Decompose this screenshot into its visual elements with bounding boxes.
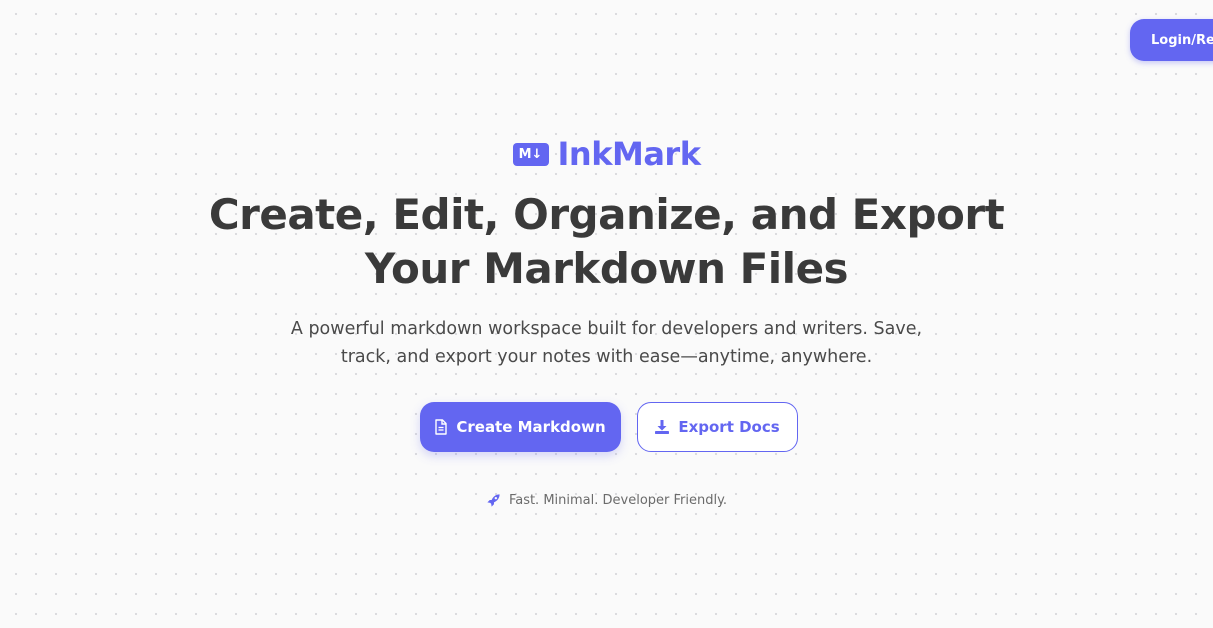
- rocket-icon: [486, 493, 501, 508]
- export-docs-button[interactable]: Export Docs: [636, 402, 798, 452]
- create-markdown-button[interactable]: Create Markdown: [419, 402, 621, 452]
- hero-headline: Create, Edit, Organize, and Export Your …: [208, 190, 1005, 293]
- cta-row: Create Markdown Export Docs: [0, 402, 1213, 452]
- document-icon: [434, 419, 448, 435]
- download-icon: [654, 419, 670, 435]
- hero-section: M↓ InkMark Create, Edit, Organize, and E…: [0, 132, 1213, 508]
- markdown-logo-icon: M↓: [512, 142, 549, 166]
- hero-subtitle: A powerful markdown workspace built for …: [290, 319, 923, 367]
- tagline: Fast. Minimal. Developer Friendly.: [0, 493, 1213, 508]
- create-markdown-label: Create Markdown: [456, 418, 606, 436]
- brand-name: InkMark: [557, 135, 701, 173]
- login-register-button[interactable]: Login/Register: [1130, 19, 1213, 61]
- brand: M↓ InkMark: [0, 132, 1213, 176]
- export-docs-label: Export Docs: [678, 418, 780, 436]
- tagline-text: Fast. Minimal. Developer Friendly.: [508, 493, 728, 508]
